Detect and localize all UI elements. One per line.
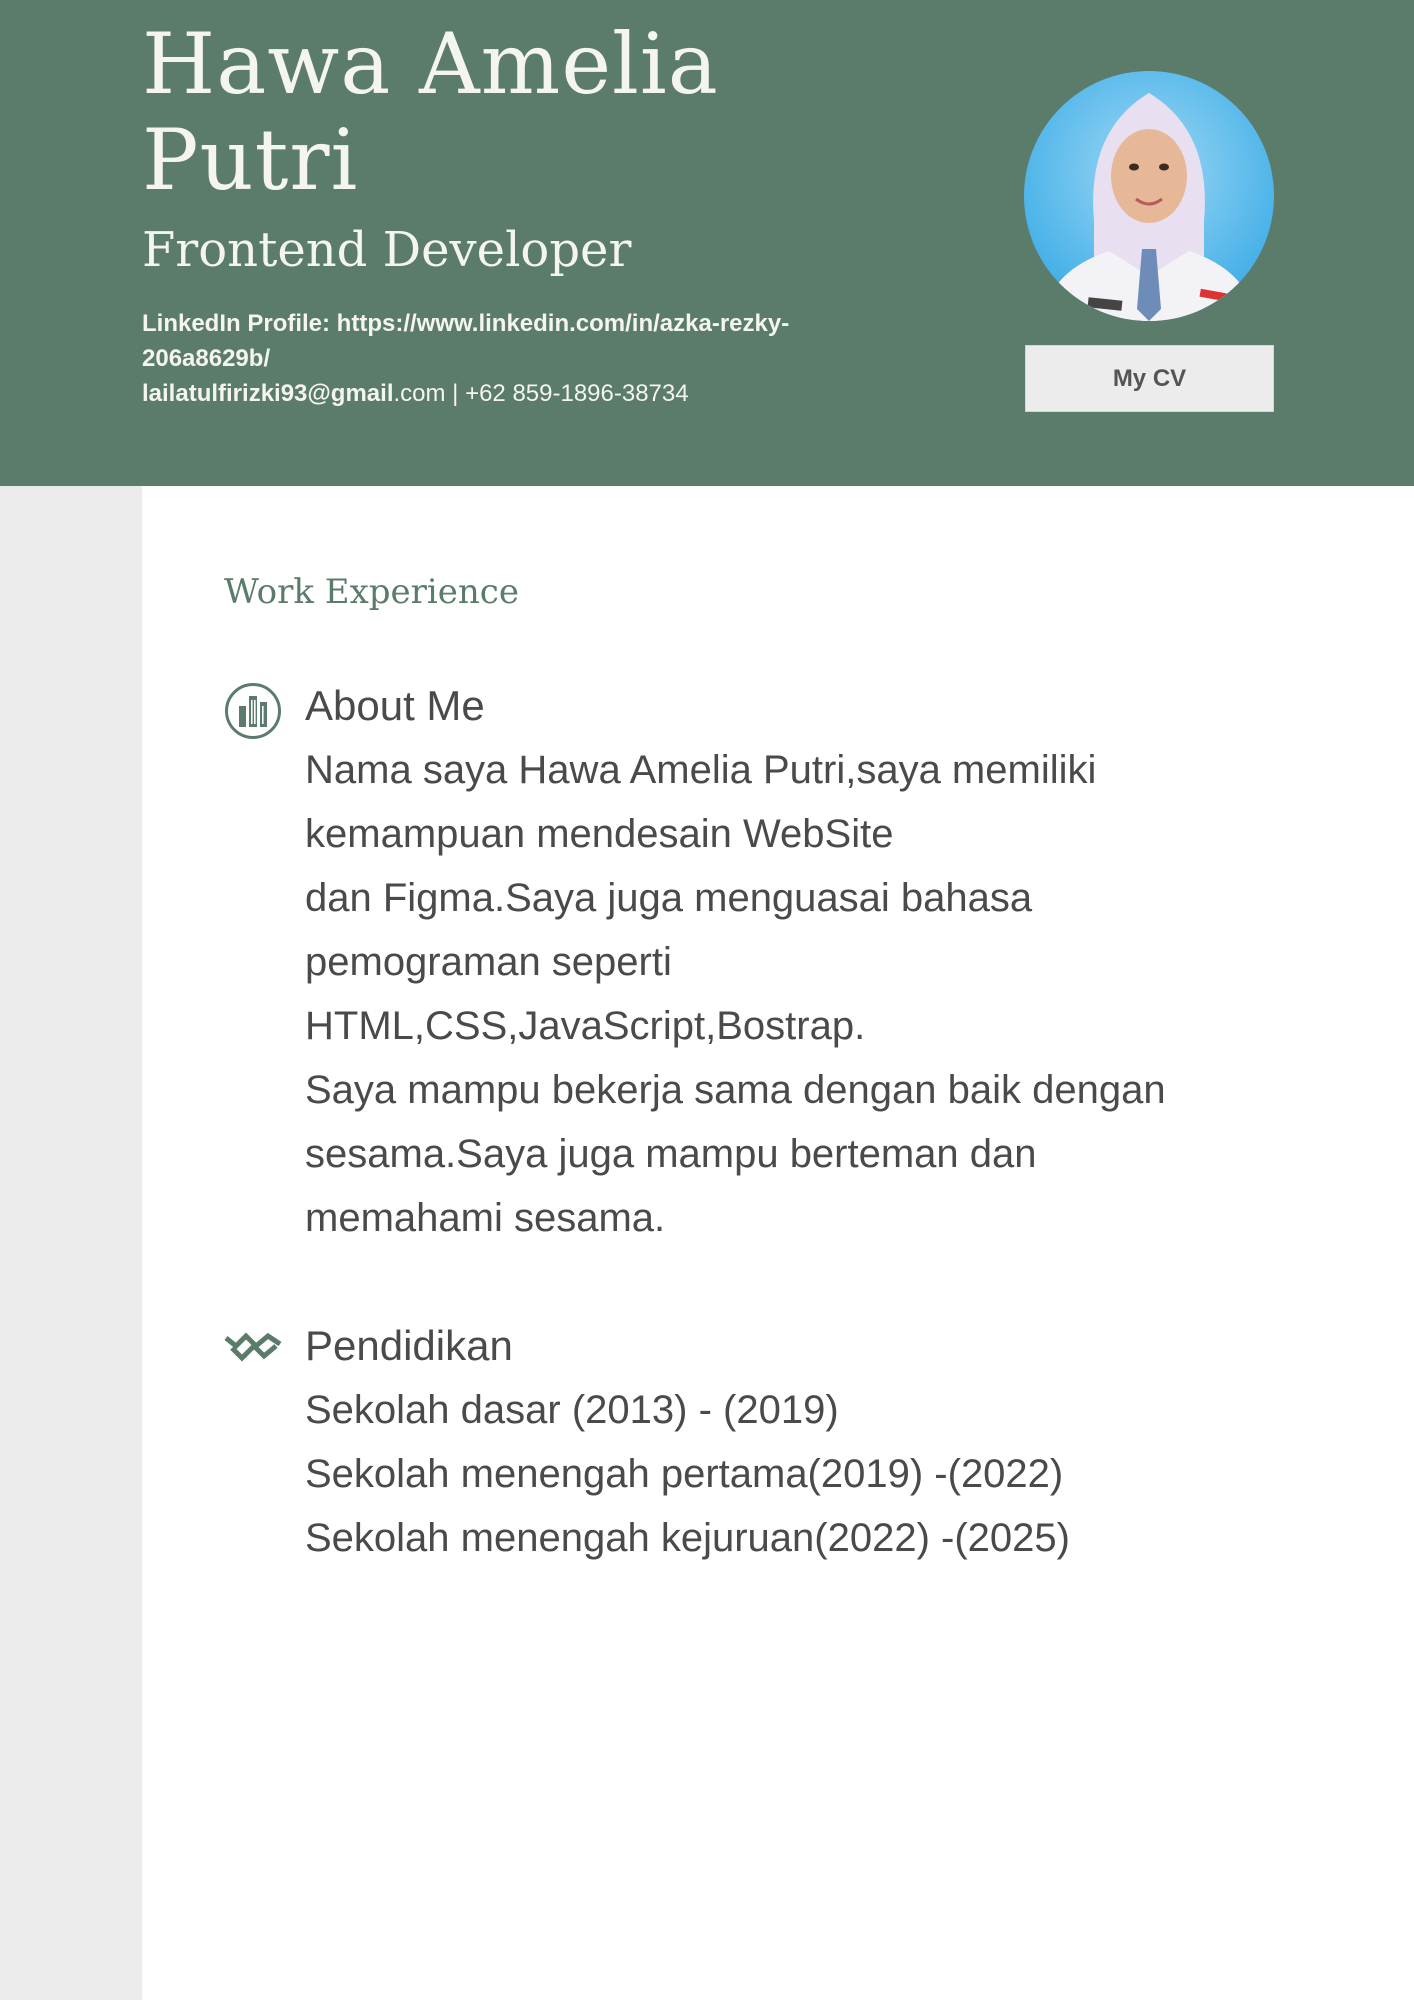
education-heading: Pendidikan <box>305 1322 513 1369</box>
name-line-2: Putri <box>142 111 359 209</box>
about-line: memahami sesama. <box>305 1196 666 1240</box>
chevrons-zigzag-icon <box>224 1332 282 1362</box>
about-line: Saya mampu bekerja sama dengan baik deng… <box>305 1068 1166 1112</box>
about-line: HTML,CSS,JavaScript,Bostrap. <box>305 1004 866 1048</box>
education-item: Sekolah dasar (2013) - (2019) <box>305 1388 839 1432</box>
education-item: Sekolah menengah kejuruan(2022) -(2025) <box>305 1516 1070 1560</box>
email-phone-rest: .com | +62 859-1896-38734 <box>393 380 689 407</box>
about-line: sesama.Saya juga mampu berteman dan <box>305 1132 1037 1176</box>
candidate-name: Hawa Amelia Putri <box>142 16 719 208</box>
portrait-illustration <box>1042 93 1256 321</box>
linkedin-line-1[interactable]: LinkedIn Profile: https://www.linkedin.c… <box>142 306 862 341</box>
about-line: pemograman seperti <box>305 940 672 984</box>
section-title: Work Experience <box>224 572 519 612</box>
about-line: dan Figma.Saya juga menguasai bahasa <box>305 876 1033 920</box>
about-me-heading: About Me <box>305 682 485 729</box>
about-me-text: Nama saya Hawa Amelia Putri,saya memilik… <box>305 738 1225 1250</box>
email-phone-line: lailatulfirizki93@gmail.com | +62 859-18… <box>142 376 862 411</box>
contact-info: LinkedIn Profile: https://www.linkedin.c… <box>142 306 862 411</box>
linkedin-line-2[interactable]: 206a8629b/ <box>142 341 862 376</box>
education-list: Sekolah dasar (2013) - (2019) Sekolah me… <box>305 1378 1225 1570</box>
name-line-1: Hawa Amelia <box>142 15 719 113</box>
header-banner: Hawa Amelia Putri Frontend Developer Lin… <box>0 0 1414 486</box>
profile-photo <box>1024 71 1274 321</box>
job-title: Frontend Developer <box>142 222 632 278</box>
buildings-icon <box>225 683 281 739</box>
about-line: kemampuan mendesain WebSite <box>305 812 894 856</box>
email-address[interactable]: lailatulfirizki93@gmail <box>142 380 393 407</box>
main-content: Work Experience About Me Nama saya Hawa … <box>142 486 1414 2000</box>
my-cv-button[interactable]: My CV <box>1025 345 1274 412</box>
about-line: Nama saya Hawa Amelia Putri,saya memilik… <box>305 748 1097 792</box>
education-item: Sekolah menengah pertama(2019) -(2022) <box>305 1452 1064 1496</box>
